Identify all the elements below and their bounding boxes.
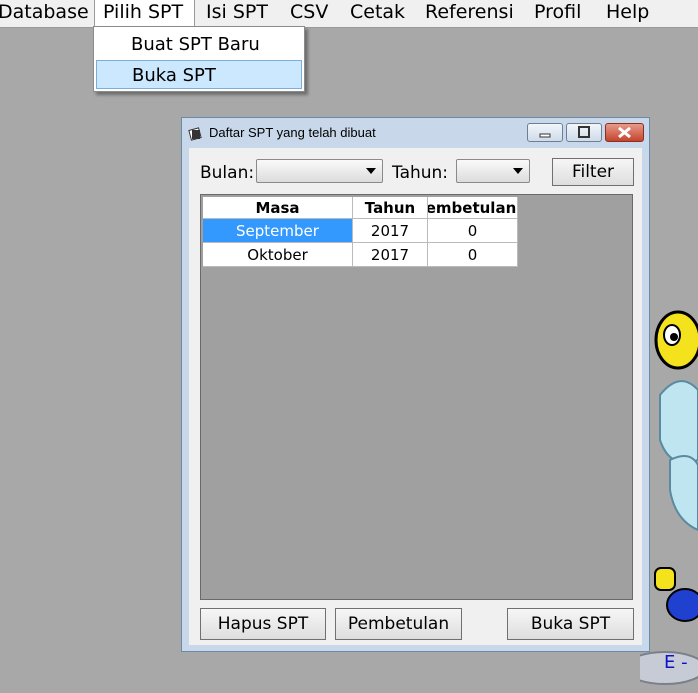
bulan-select[interactable] bbox=[256, 159, 383, 183]
table-cell-masa[interactable]: Oktober bbox=[203, 243, 353, 267]
menu-csv[interactable]: CSV bbox=[290, 0, 328, 27]
maximize-icon bbox=[578, 126, 590, 138]
window-client: Bulan: Tahun: Filter Masa Tahun Pembetul… bbox=[189, 148, 642, 645]
daftar-spt-window: Daftar SPT yang telah dibuat Bulan: Tahu… bbox=[181, 117, 650, 652]
menu-database[interactable]: Database bbox=[0, 0, 89, 27]
menu-profil[interactable]: Profil bbox=[534, 0, 581, 27]
bulan-label: Bulan: bbox=[200, 163, 255, 183]
window-titlebar[interactable]: Daftar SPT yang telah dibuat bbox=[182, 118, 649, 148]
menu-pilih-spt[interactable]: Pilih SPT bbox=[94, 0, 195, 27]
menu-referensi[interactable]: Referensi bbox=[425, 0, 514, 27]
menu-item-buka-spt[interactable]: Buka SPT bbox=[96, 60, 302, 89]
column-header-tahun[interactable]: Tahun bbox=[353, 197, 428, 219]
pembetulan-button[interactable]: Pembetulan bbox=[335, 608, 462, 640]
menu-isi-spt[interactable]: Isi SPT bbox=[206, 0, 268, 27]
maximize-button[interactable] bbox=[566, 123, 602, 142]
window-title: Daftar SPT yang telah dibuat bbox=[209, 125, 376, 140]
column-header-masa[interactable]: Masa bbox=[203, 197, 353, 219]
tahun-select[interactable] bbox=[456, 159, 530, 183]
filter-button[interactable]: Filter bbox=[552, 158, 634, 186]
column-header-pembetulan[interactable]: Pembetulan bbox=[428, 197, 518, 219]
close-button[interactable] bbox=[605, 123, 644, 142]
table-cell-masa[interactable]: September bbox=[203, 219, 353, 243]
pilih-spt-dropdown: Buat SPT Baru Buka SPT bbox=[93, 26, 305, 92]
tahun-label: Tahun: bbox=[392, 163, 449, 183]
menu-item-buat-spt-baru[interactable]: Buat SPT Baru bbox=[96, 30, 302, 59]
table-cell-tahun[interactable]: 2017 bbox=[353, 219, 428, 243]
table-cell-pembetulan[interactable]: 0 bbox=[428, 243, 518, 267]
chevron-down-icon bbox=[366, 168, 376, 174]
menu-cetak[interactable]: Cetak bbox=[350, 0, 405, 27]
menu-help[interactable]: Help bbox=[606, 0, 649, 27]
background-partial-text: E - bbox=[664, 652, 688, 673]
close-icon bbox=[618, 126, 631, 139]
menu-bar: Database Pilih SPT Isi SPT CSV Cetak Ref… bbox=[0, 0, 698, 28]
table-cell-pembetulan[interactable]: 0 bbox=[428, 219, 518, 243]
table-cell-tahun[interactable]: 2017 bbox=[353, 243, 428, 267]
buka-spt-button[interactable]: Buka SPT bbox=[507, 608, 634, 640]
spt-table: Masa Tahun Pembetulan September 2017 0 O… bbox=[200, 194, 633, 600]
minimize-icon bbox=[539, 133, 551, 138]
chevron-down-icon bbox=[513, 168, 523, 174]
hapus-spt-button[interactable]: Hapus SPT bbox=[200, 608, 326, 640]
minimize-button[interactable] bbox=[527, 123, 563, 142]
app-icon bbox=[188, 127, 202, 141]
